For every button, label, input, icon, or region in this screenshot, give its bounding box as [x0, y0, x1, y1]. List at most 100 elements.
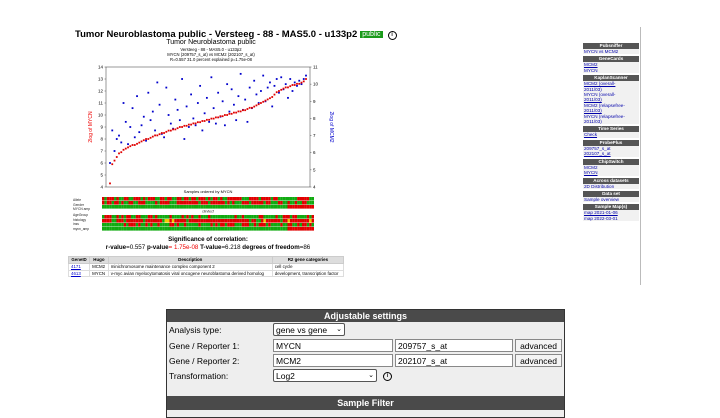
- heatmap-cell: [145, 205, 148, 209]
- mycn-point: [133, 144, 136, 146]
- advanced-button-1[interactable]: advanced: [515, 339, 562, 352]
- heatmap-cell: [304, 201, 307, 205]
- heatmap-cell: [159, 201, 163, 205]
- mycn-point: [196, 121, 199, 124]
- heatmap-cell: [210, 227, 213, 231]
- heatmap-cell: [157, 215, 160, 219]
- mycn-point: [203, 120, 206, 122]
- chevron-down-icon: ⌄: [368, 372, 374, 379]
- mcm2-point: [271, 105, 274, 108]
- heatmap-cell: [297, 205, 300, 209]
- heatmap-cell: [256, 205, 259, 209]
- heatmap-cell: [114, 219, 117, 223]
- geneid-link[interactable]: 4613: [71, 271, 81, 276]
- heatmap-cell: [171, 197, 175, 201]
- geneid-link[interactable]: 4171: [71, 264, 81, 269]
- heatmap-cell: [126, 205, 129, 209]
- heatmap-cell: [193, 201, 197, 205]
- heatmap-cell: [181, 227, 184, 231]
- sidebar-link[interactable]: map 2022-03-01: [583, 215, 639, 222]
- heatmap-cell: [169, 197, 172, 201]
- analysis-type-select[interactable]: gene vs gene ⌄: [273, 323, 345, 336]
- heatmap-cell: [277, 215, 281, 219]
- heatmap-cell: [106, 201, 110, 205]
- heatmap-cell: [292, 205, 295, 209]
- heatmap-cell: [114, 227, 117, 231]
- mcm2-point: [199, 84, 202, 87]
- heatmap-labels-bottom: AgeGroup histology inss mycn_amp: [73, 213, 103, 231]
- reporter1-input[interactable]: 209757_s_at: [395, 339, 513, 352]
- scatter-chart[interactable]: 14 13 12 11 10 9 8 7 6 5 4 11 10 9 8 7 6 5 4 2log of MYCN 2l…: [88, 39, 334, 199]
- heatmap-cell: [268, 201, 271, 205]
- heatmap-cell: [227, 227, 230, 231]
- heatmap-cell: [208, 215, 211, 219]
- heatmap-cell: [253, 205, 257, 209]
- mycn-point: [246, 108, 249, 110]
- heatmap-cell: [186, 223, 189, 227]
- sidebar-link[interactable]: MYCN vs MCM2: [583, 49, 639, 55]
- heatmap-cell: [167, 223, 170, 227]
- mcm2-point: [262, 74, 265, 77]
- heatmap-cell: [200, 205, 204, 209]
- heatmap-cell: [155, 219, 158, 223]
- heatmap-cell: [212, 197, 216, 201]
- mcm2-point: [287, 96, 289, 99]
- heatmap-cell: [244, 215, 247, 219]
- correlation-block: Significance of correlation: r-value=0.5…: [73, 236, 343, 252]
- heatmap-cell: [270, 197, 274, 201]
- y-tick-left: 11: [98, 101, 103, 106]
- heatmap-cell: [241, 201, 245, 205]
- mcm2-point: [275, 78, 278, 80]
- heatmap-cell: [246, 205, 250, 209]
- heatmap-cell: [179, 197, 182, 201]
- sidebar-link[interactable]: MYCN: [583, 170, 639, 176]
- heatmap-cell: [123, 197, 127, 201]
- heatmap-cell: [253, 197, 257, 201]
- sidebar-link[interactable]: MYCN: [583, 67, 639, 74]
- heatmap-cell: [164, 205, 168, 209]
- heatmap-cell: [227, 223, 230, 227]
- sidebar-link[interactable]: 202107_s_at: [583, 151, 639, 157]
- heatmap-cell: [239, 201, 242, 205]
- heatmap-cell: [220, 201, 223, 205]
- transformation-select[interactable]: Log2 ⌄: [273, 369, 377, 382]
- heatmap-cell: [309, 223, 312, 227]
- heatmap-cell: [111, 201, 115, 205]
- heatmap-cell: [128, 219, 131, 223]
- heatmap-cell: [229, 219, 233, 223]
- mcm2-point: [145, 139, 147, 142]
- y-tick-left: 5: [100, 173, 103, 178]
- heatmap-cell: [128, 215, 131, 219]
- sidebar-link[interactable]: Sample overview: [583, 196, 639, 203]
- mcm2-point: [113, 150, 116, 152]
- mycn-point: [111, 163, 114, 166]
- sidebar-link[interactable]: 2D Distribution: [583, 183, 639, 189]
- info-icon[interactable]: i: [387, 31, 397, 40]
- heatmap-cell: [261, 201, 264, 205]
- heatmap-cell: [176, 197, 180, 201]
- sidebar-link[interactable]: Check: [583, 132, 639, 138]
- mcm2-point: [230, 88, 233, 91]
- mcm2-point: [280, 76, 283, 79]
- advanced-button-2[interactable]: advanced: [515, 354, 562, 367]
- mcm2-point: [127, 143, 129, 146]
- mcm2-point: [185, 105, 188, 108]
- gene2-input[interactable]: MCM2: [273, 354, 393, 367]
- heatmap-cell: [311, 205, 314, 209]
- mcm2-point: [226, 83, 229, 86]
- sample-filter-header[interactable]: Sample Filter: [167, 396, 564, 410]
- heatmap-cell: [152, 205, 156, 209]
- sidebar-link[interactable]: 2011/03): [583, 119, 639, 125]
- heatmap-cell: [285, 227, 288, 231]
- mycn-point: [262, 100, 265, 103]
- heatmap-cell: [280, 227, 283, 231]
- reporter2-input[interactable]: 202107_s_at: [395, 354, 513, 367]
- mcm2-point: [158, 103, 161, 106]
- heatmap-cell: [289, 215, 293, 219]
- heatmap-cell: [248, 205, 252, 209]
- y-tick-right: 11: [313, 65, 318, 70]
- hugo-cell: MYCN: [89, 269, 109, 277]
- info-icon[interactable]: i: [383, 372, 392, 381]
- category-cell: development, transcription factor: [271, 269, 345, 277]
- gene1-input[interactable]: MYCN: [273, 339, 393, 352]
